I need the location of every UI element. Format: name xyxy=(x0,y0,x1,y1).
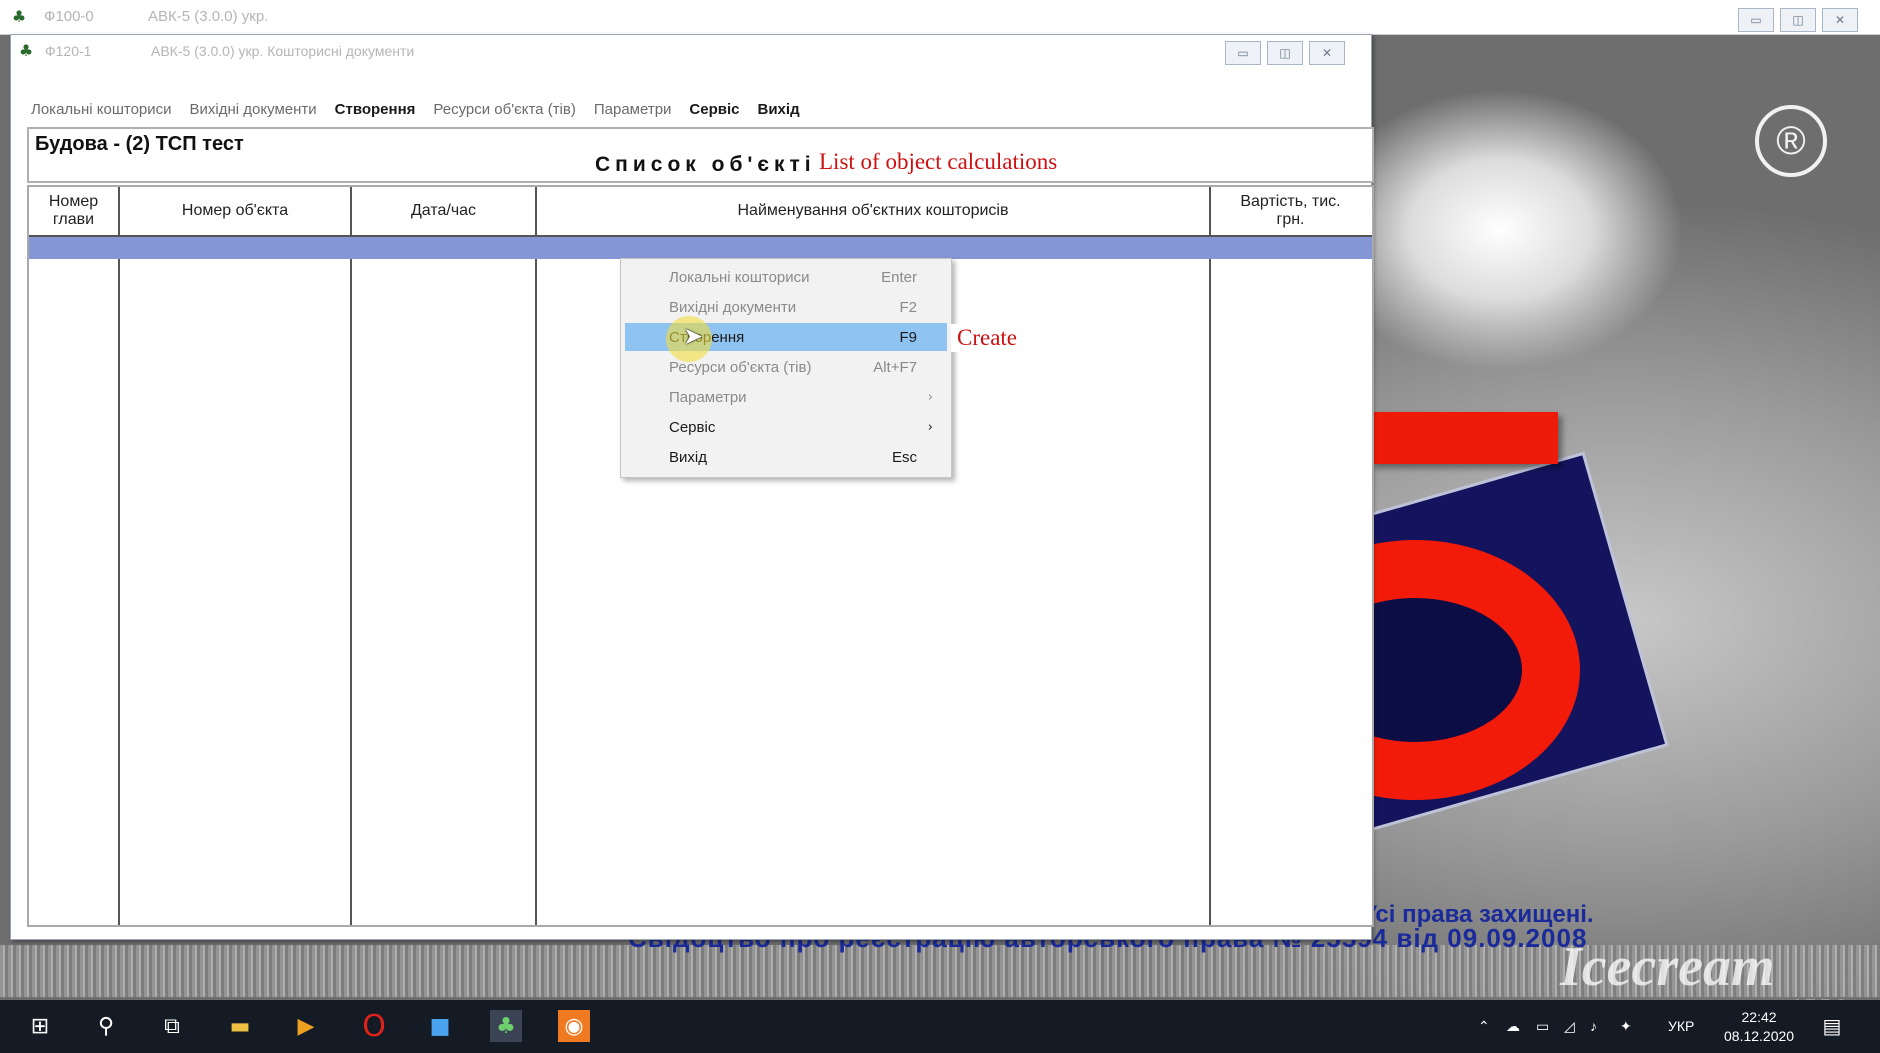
minimize-icon[interactable]: ▭ xyxy=(1225,41,1261,65)
file-explorer-icon[interactable]: ▬ xyxy=(224,1010,256,1042)
ctx-label: Вихід xyxy=(669,448,707,466)
ctx-item-local-estimates[interactable]: Локальні кошториси Enter xyxy=(625,263,947,291)
battery-icon[interactable]: ▭ xyxy=(1536,1018,1549,1035)
mouse-cursor-icon: ➤ xyxy=(683,322,704,350)
avk-app-icon: ♣ xyxy=(18,41,34,60)
volume-icon[interactable]: ♪ xyxy=(1590,1018,1597,1034)
search-icon[interactable]: ⚲ xyxy=(90,1010,122,1042)
column-cost: Вартість, тис. грн. xyxy=(1211,187,1370,925)
restore-icon[interactable]: ◫ xyxy=(1780,8,1816,32)
notifications-icon[interactable]: ▤ xyxy=(1816,1010,1848,1042)
menu-create[interactable]: Створення xyxy=(335,101,416,118)
watermark-brand: Icecream xyxy=(1560,936,1775,998)
ctx-shortcut: F2 xyxy=(899,298,917,316)
menu-exit[interactable]: Вихід xyxy=(758,101,800,118)
ctx-label: Параметри xyxy=(669,388,747,406)
list-title: Список об'єктів xyxy=(595,153,834,176)
ctx-item-exit[interactable]: Вихід Esc xyxy=(625,443,947,471)
header-panel: Будова - (2) ТСП тест Список об'єктів xyxy=(27,127,1374,183)
ctx-shortcut: Alt+F7 xyxy=(873,358,917,376)
caption-list-of-objects: List of object calculations xyxy=(813,148,1064,176)
close-icon[interactable]: ✕ xyxy=(1822,8,1858,32)
logo-red-bar xyxy=(1370,412,1558,464)
ctx-item-parameters[interactable]: Параметри › xyxy=(625,383,947,411)
outer-window-code: Ф100-0 xyxy=(44,8,94,25)
outer-window-titlebar: ♣ Ф100-0 АВК-5 (3.0.0) укр. ▭ ◫ ✕ xyxy=(0,0,1880,35)
close-icon[interactable]: ✕ xyxy=(1309,41,1345,65)
registered-mark: ® xyxy=(1755,105,1827,177)
task-view-icon[interactable]: ⧉ xyxy=(156,1010,188,1042)
menu-service[interactable]: Сервіс xyxy=(689,101,739,118)
menu-local-estimates[interactable]: Локальні кошториси xyxy=(31,101,172,118)
ctx-item-object-resources[interactable]: Ресурси об'єкта (тів) Alt+F7 xyxy=(625,353,947,381)
app-window-icon[interactable]: ■ xyxy=(424,1010,456,1042)
child-window-title: АВК-5 (3.0.0) укр. Кошторисні документи xyxy=(151,43,415,59)
restore-icon[interactable]: ◫ xyxy=(1267,41,1303,65)
avk-app-icon: ♣ xyxy=(11,7,27,26)
child-window-controls: ▭ ◫ ✕ xyxy=(1225,41,1345,65)
ctx-label: Вихідні документи xyxy=(669,298,797,316)
outer-window-title: АВК-5 (3.0.0) укр. xyxy=(148,8,269,25)
ctx-shortcut: Esc xyxy=(891,448,917,466)
column-header[interactable]: Найменування об'єктних кошторисів xyxy=(537,187,1209,235)
ctx-label: Локальні кошториси xyxy=(669,268,810,286)
project-title: Будова - (2) ТСП тест xyxy=(35,133,244,155)
child-window-code: Ф120-1 xyxy=(45,43,92,59)
tray-chevron-icon[interactable]: ⌃ xyxy=(1478,1018,1490,1035)
context-menu: Локальні кошториси Enter Вихідні докумен… xyxy=(620,258,952,478)
avk5-taskbar-icon[interactable]: ♣ xyxy=(490,1010,522,1042)
menu-object-resources[interactable]: Ресурси об'єкта (тів) xyxy=(433,101,575,118)
ctx-shortcut: F9 xyxy=(899,328,917,346)
child-window: ♣ Ф120-1 АВК-5 (3.0.0) укр. Кошторисні д… xyxy=(10,34,1374,940)
media-player-icon[interactable]: ▶ xyxy=(290,1010,322,1042)
cloud-icon[interactable]: ☁ xyxy=(1506,1018,1520,1035)
column-object-number: Номер об'єкта xyxy=(120,187,352,925)
ctx-item-output-documents[interactable]: Вихідні документи F2 xyxy=(625,293,947,321)
ctx-item-service[interactable]: Сервіс › xyxy=(625,413,947,441)
table-row-selected[interactable] xyxy=(29,237,1372,259)
caption-create: Create xyxy=(951,324,1024,352)
column-header[interactable]: Дата/час xyxy=(352,187,535,235)
taskbar: ⊞ ⚲ ⧉ ▬ ▶ O ■ ♣ ◉ ⌃ ☁ ▭ ◿ ♪ ✦ УКР 22:42 … xyxy=(0,1000,1880,1053)
menu-bar: Локальні кошториси Вихідні документи Ств… xyxy=(31,101,800,118)
column-chapter-number: Номер глави xyxy=(29,187,120,925)
ctx-label: Сервіс xyxy=(669,418,716,436)
network-icon[interactable]: ◿ xyxy=(1564,1018,1575,1035)
submenu-arrow-icon: › xyxy=(927,389,933,405)
clock-time: 22:42 xyxy=(1741,1009,1777,1025)
column-header[interactable]: Номер об'єкта xyxy=(120,187,350,235)
column-datetime: Дата/час xyxy=(352,187,537,925)
clock-date: 08.12.2020 xyxy=(1724,1028,1795,1044)
minimize-icon[interactable]: ▭ xyxy=(1738,8,1774,32)
orange-app-icon[interactable]: ◉ xyxy=(558,1010,590,1042)
menu-parameters[interactable]: Параметри xyxy=(594,101,672,118)
submenu-arrow-icon: › xyxy=(927,419,933,435)
windows-start-icon[interactable]: ⊞ xyxy=(24,1010,56,1042)
dropbox-icon[interactable]: ✦ xyxy=(1620,1018,1632,1035)
child-window-titlebar: ♣ Ф120-1 АВК-5 (3.0.0) укр. Кошторисні д… xyxy=(11,35,1371,67)
outer-window-controls: ▭ ◫ ✕ xyxy=(1738,8,1858,32)
column-header[interactable]: Вартість, тис. грн. xyxy=(1211,187,1370,235)
language-indicator[interactable]: УКР xyxy=(1668,1018,1694,1034)
clock[interactable]: 22:42 08.12.2020 xyxy=(1724,1008,1794,1046)
opera-icon[interactable]: O xyxy=(358,1009,390,1044)
menu-output-documents[interactable]: Вихідні документи xyxy=(190,101,317,118)
column-header[interactable]: Номер глави xyxy=(29,187,118,235)
ctx-shortcut: Enter xyxy=(881,268,917,286)
